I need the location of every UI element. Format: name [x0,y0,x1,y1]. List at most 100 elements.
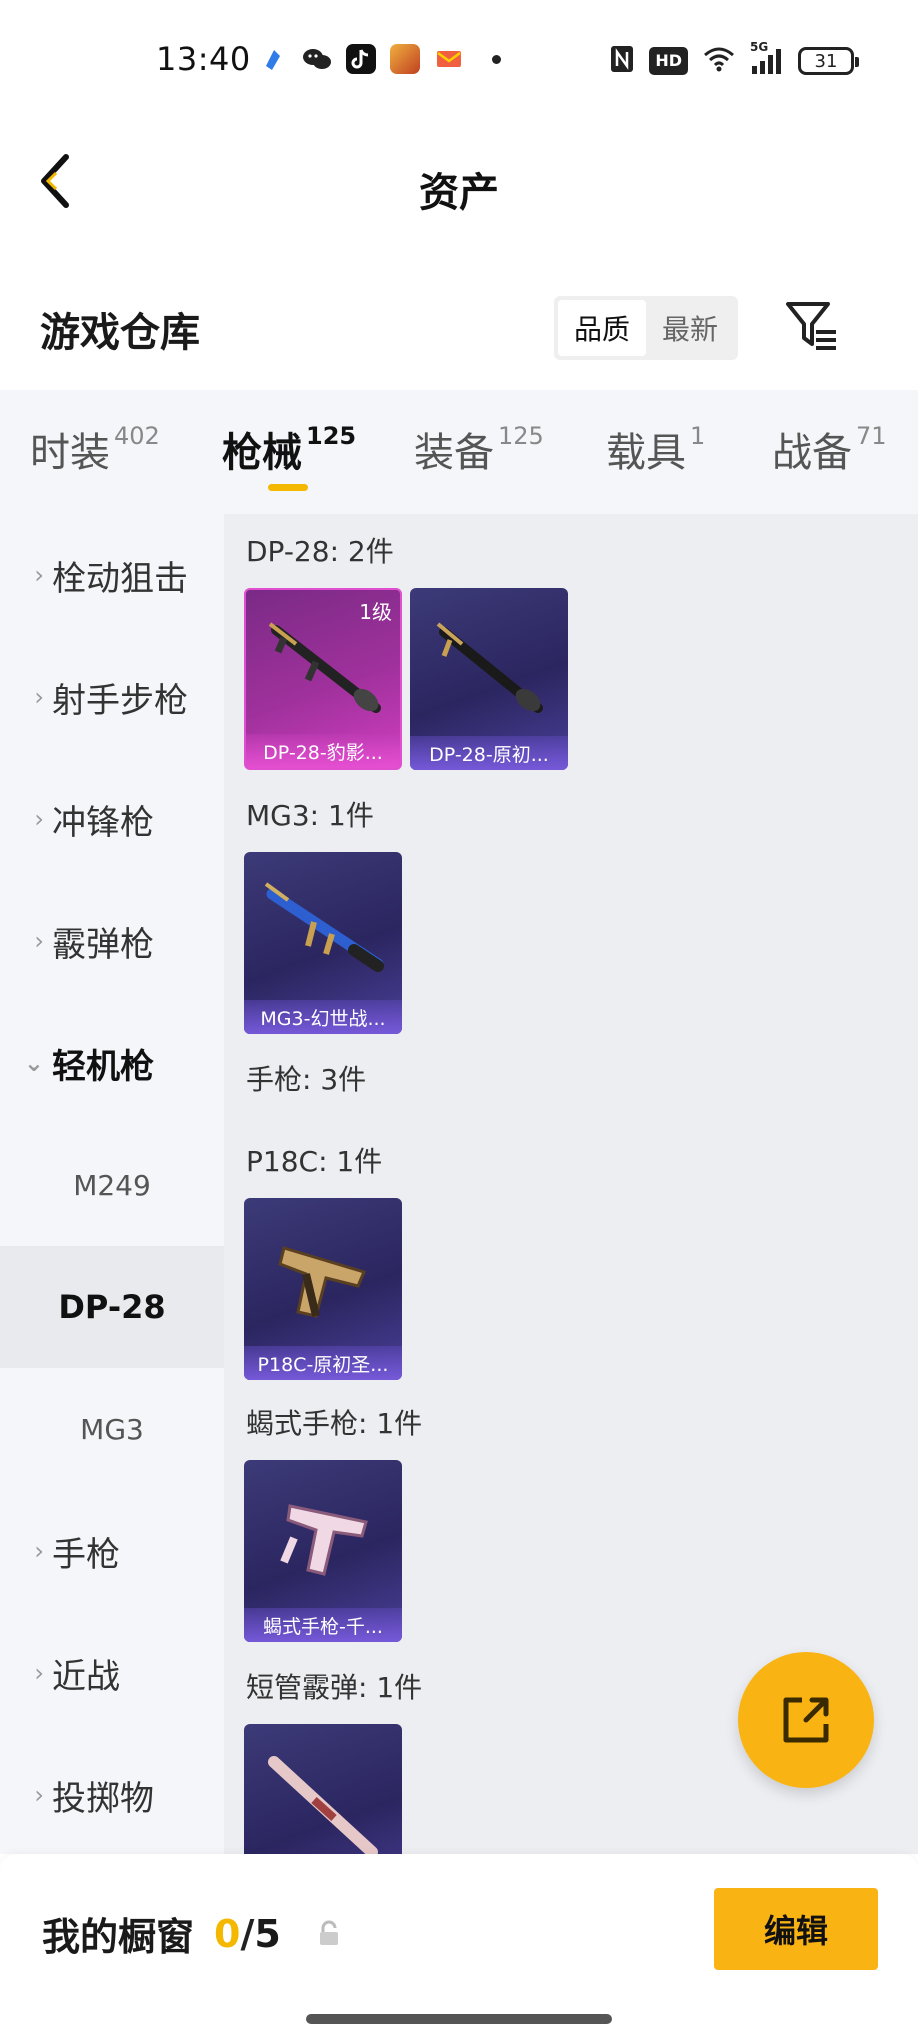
item-label: P18C-原初圣... [244,1346,402,1380]
category-tabs: 时装 402 枪械 125 装备 125 载具 1 战备 71 [0,390,918,514]
warehouse-title: 游戏仓库 [40,310,200,356]
sidebar-item-label: 投掷物 [52,1778,154,1819]
hd-icon: HD [649,47,688,75]
filter-icon [786,302,836,350]
chevron-right-icon: › [34,1537,44,1565]
item-level: 1级 [359,600,392,624]
tab-firearms[interactable]: 枪械 125 [222,420,356,478]
chevron-down-icon: ⌄ [23,1049,44,1077]
item-card[interactable]: DP-28-原初... [410,588,568,770]
sidebar-item-bolt-sniper[interactable]: › 栓动狙击 [0,514,224,636]
tab-count: 71 [856,422,887,450]
nfc-icon [609,44,635,78]
sidebar-item-label: 霰弹枪 [52,924,154,965]
tab-label: 装备 [414,430,494,476]
tab-count: 1 [690,422,706,450]
chevron-right-icon: › [34,561,44,589]
share-button[interactable] [738,1652,874,1788]
group-title: DP-28: 2件 [246,535,394,568]
tab-label: 载具 [606,430,686,476]
sidebar-item-marksman-rifle[interactable]: › 射手步枪 [0,636,224,758]
wifi-icon [702,45,736,77]
sidebar-subitem-m249[interactable]: M249 [0,1124,224,1246]
filter-button[interactable] [784,298,840,354]
item-label: 蝎式手枪-千... [244,1608,402,1642]
sidebar-item-label: 轻机枪 [52,1046,154,1087]
sidebar-item-throwable[interactable]: › 投掷物 [0,1734,224,1856]
group-title: MG3: 1件 [246,799,374,832]
sidebar-item-lmg[interactable]: ⌄ 轻机枪 [0,1002,224,1124]
item-label: DP-28-原初... [410,736,568,770]
group-title: 蝎式手枪: 1件 [246,1407,423,1440]
item-label: DP-28-豹影... [246,734,400,768]
sidebar-item-label: 近战 [52,1656,120,1697]
wechat-icon [302,44,332,74]
sort-option-newest[interactable]: 最新 [646,300,734,356]
active-tab-indicator [268,484,308,491]
tiktok-icon [346,44,376,74]
system-icons: HD 5G 31 [609,40,859,78]
tab-vehicles[interactable]: 载具 1 [606,420,705,478]
share-external-icon [783,1697,829,1743]
sidebar-item-label: 手枪 [52,1534,120,1575]
sidebar-item-smg[interactable]: › 冲锋枪 [0,758,224,880]
notification-icons [258,44,501,74]
showcase-count-sep: / [240,1911,255,1956]
tab-equipment[interactable]: 装备 125 [414,420,544,478]
tab-count: 125 [306,422,357,450]
group-title: P18C: 1件 [246,1145,383,1178]
sidebar-item-label: 栓动狙击 [52,558,188,599]
chevron-right-icon: › [34,805,44,833]
pistol-icon [278,1246,367,1318]
lmg-icon [264,882,384,972]
game-icon [390,44,420,74]
sidebar-item-label: 射手步枪 [52,680,188,721]
group-title: 短管霰弹: 1件 [246,1671,423,1704]
sort-option-quality[interactable]: 品质 [558,300,646,356]
home-indicator[interactable] [306,2014,612,2024]
app-header: 资产 [0,120,918,250]
chevron-right-icon: › [34,683,44,711]
item-card[interactable]: 蝎式手枪-千... [244,1460,402,1642]
page-title: 资产 [419,170,499,216]
machine-pistol-icon [280,1504,368,1576]
lmg-icon [268,622,381,713]
mail-icon [434,44,464,74]
status-time: 13:40 [156,40,251,78]
tab-fashion[interactable]: 时装 402 [30,420,160,478]
chevron-right-icon: › [34,1781,44,1809]
lock-icon [317,1920,341,1948]
tab-count: 402 [114,422,160,450]
showcase-count: 0/5 [214,1912,281,1956]
sidebar-item-melee[interactable]: › 近战 [0,1612,224,1734]
battery-icon: 31 [798,47,859,75]
signal-icon: 5G [750,40,784,76]
weapon-type-sidebar: › 栓动狙击 › 射手步枪 › 冲锋枪 › 霰弹枪 ⌄ 轻机枪 M249 DP-28 MG… [0,514,224,1854]
showcase-count-total: 5 [254,1911,281,1956]
showcase-info: 我的橱窗 0/5 [42,1906,341,1961]
status-bar: 13:40 HD 5G 31 [0,0,918,120]
sidebar-item-shotgun[interactable]: › 霰弹枪 [0,880,224,1002]
app-icon [258,44,288,74]
sidebar-item-label: 冲锋枪 [52,802,154,843]
tab-supplies[interactable]: 战备 71 [772,420,887,478]
signal-label: 5G [750,40,769,54]
tab-label: 战备 [772,430,852,476]
sidebar-subitem-dp28[interactable]: DP-28 [0,1246,224,1368]
chevron-right-icon: › [34,927,44,955]
shotgun-icon [268,1756,378,1854]
item-card[interactable]: MG3-幻世战... [244,852,402,1034]
sidebar-item-pistol[interactable]: › 手枪 [0,1490,224,1612]
showcase-label: 我的橱窗 [42,1915,195,1959]
tab-label: 枪械 [222,430,302,476]
sort-toggle: 品质 最新 [554,296,738,360]
item-label: MG3-幻世战... [244,1000,402,1034]
more-notifications-dot [492,54,501,64]
lmg-icon [436,622,543,713]
item-card[interactable]: 1级 DP-28-豹影... [244,588,402,770]
edit-button[interactable]: 编辑 [714,1888,878,1970]
showcase-count-current: 0 [214,1911,241,1956]
item-card[interactable] [244,1724,402,1854]
sidebar-subitem-mg3[interactable]: MG3 [0,1368,224,1490]
item-card[interactable]: P18C-原初圣... [244,1198,402,1380]
